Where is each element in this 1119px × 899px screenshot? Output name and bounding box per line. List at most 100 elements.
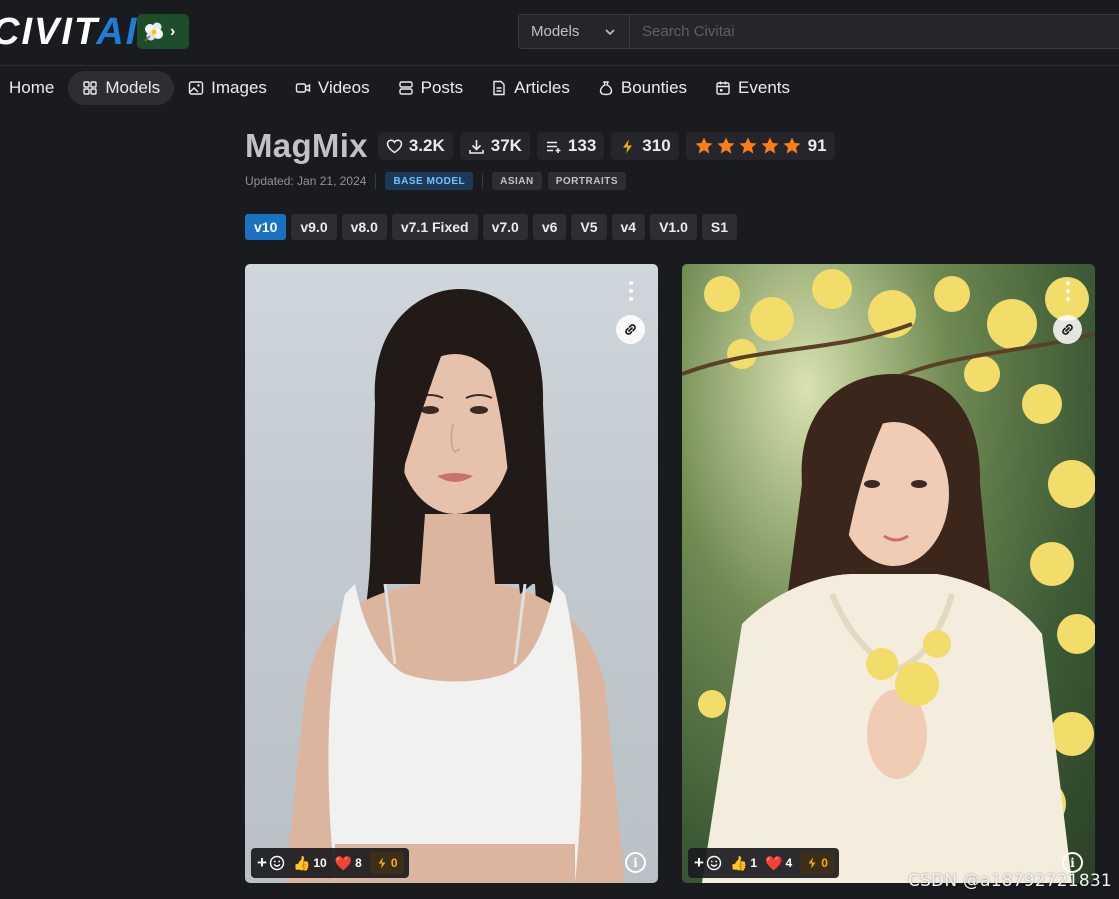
add-reaction-button[interactable]: +: [257, 853, 285, 873]
add-reaction-button[interactable]: +: [694, 853, 722, 873]
gallery-image-card[interactable]: + 👍 10 ❤️ 8 0 i: [245, 264, 658, 883]
version-tab-s1[interactable]: S1: [701, 214, 738, 240]
heart-icon: ❤️: [765, 854, 783, 871]
nav-item-label: Posts: [420, 77, 464, 97]
nav-item-label: Videos: [317, 77, 370, 97]
version-tab-v7-1-fixed[interactable]: v7.1 Fixed: [391, 214, 478, 240]
nav-item-home[interactable]: Home: [0, 71, 68, 105]
bolt-icon: [623, 139, 633, 153]
buzz-stat[interactable]: 310: [611, 132, 679, 160]
dot: [1066, 289, 1070, 293]
gallery-image-card[interactable]: + 👍 1 ❤️ 4 0 i: [682, 264, 1095, 883]
rating-stat[interactable]: 91: [685, 132, 835, 160]
version-tab-v10[interactable]: v10: [245, 214, 287, 240]
flower-icon: [144, 22, 163, 42]
chevron-right-icon: ›: [170, 22, 176, 40]
more-options-button[interactable]: [1059, 279, 1077, 303]
nav-item-events[interactable]: Events: [701, 71, 804, 105]
portrait-photo: [682, 269, 1095, 883]
thumbs-up-reaction[interactable]: 👍 1: [730, 855, 757, 872]
dot: [629, 289, 633, 293]
collections-stat[interactable]: 133: [536, 132, 605, 160]
tag-chip-portraits[interactable]: PORTRAITS: [547, 172, 627, 190]
heart-reaction[interactable]: ❤️ 8: [335, 855, 362, 872]
calendar-icon: [716, 81, 730, 95]
downloads-stat: 37K: [459, 132, 530, 160]
star-icon: [695, 137, 713, 154]
base-model-chip[interactable]: BASE MODEL: [385, 172, 474, 190]
dot: [1066, 297, 1070, 301]
divider: [482, 173, 484, 189]
search-type-value: Models: [531, 23, 580, 40]
remix-link-button[interactable]: [1053, 315, 1082, 344]
search-type-select[interactable]: Models: [519, 15, 630, 48]
reaction-bar: + 👍 1 ❤️ 4 0: [688, 848, 839, 878]
smiley-icon: [269, 855, 285, 871]
nav-item-articles[interactable]: Articles: [477, 71, 584, 105]
link-icon: [625, 324, 636, 335]
nav-item-images[interactable]: Images: [174, 71, 281, 105]
model-meta: Updated: Jan 21, 2024 BASE MODEL ASIAN P…: [245, 172, 627, 190]
plus-icon: +: [694, 853, 704, 872]
grid-icon: [83, 80, 98, 95]
civitai-logo[interactable]: CIVITAI: [0, 12, 138, 52]
star-icon: [739, 137, 757, 154]
nav-item-label: Images: [211, 77, 267, 97]
bolt-icon: [378, 857, 386, 869]
plus-icon: +: [257, 853, 267, 872]
heart-icon: ❤️: [334, 854, 353, 871]
article-icon: [493, 80, 505, 95]
logo-text-ai: AI: [96, 11, 139, 53]
thumbs-up-count: 1: [750, 856, 758, 870]
posts-icon: [398, 80, 413, 95]
search-input[interactable]: [630, 15, 1119, 48]
downloads-count: 37K: [490, 136, 522, 155]
likes-count: 3.2K: [408, 136, 445, 155]
image-icon: [188, 80, 204, 95]
model-title: MagMix: [245, 127, 368, 164]
search-bar: Models: [518, 14, 1119, 49]
tag-chip-asian[interactable]: ASIAN: [492, 172, 542, 190]
nav-item-label: Home: [9, 77, 55, 97]
playlist-add-icon: [546, 141, 561, 153]
version-tab-v4[interactable]: v4: [611, 214, 646, 240]
main-nav: Home Models Images Videos Posts Articles…: [0, 67, 1119, 108]
logo-text-civit: CIVIT: [0, 11, 97, 53]
smiley-icon: [706, 855, 722, 871]
version-tab-v8-0[interactable]: v8.0: [341, 214, 387, 240]
bolt-icon: [808, 857, 816, 869]
thumbs-up-reaction[interactable]: 👍 10: [293, 855, 327, 872]
nav-item-label: Articles: [514, 77, 570, 97]
buzz-tip-button[interactable]: 0: [800, 852, 834, 874]
version-tab-v1-0[interactable]: V1.0: [650, 214, 697, 240]
portrait-photo: [285, 289, 625, 883]
updated-date: Updated: Jan 21, 2024: [245, 174, 367, 188]
star-icon: [761, 137, 779, 154]
thumbs-up-icon: 👍: [729, 854, 748, 871]
dot: [1066, 281, 1070, 285]
buzz-count: 310: [642, 136, 671, 155]
season-badge-button[interactable]: ›: [137, 14, 189, 49]
nav-item-models[interactable]: Models: [68, 70, 175, 105]
version-tab-v7-0[interactable]: v7.0: [482, 214, 528, 240]
remix-link-button[interactable]: [616, 315, 645, 344]
version-tab-v5[interactable]: V5: [571, 214, 607, 240]
nav-item-bounties[interactable]: Bounties: [584, 71, 701, 105]
header: CIVITAI › Models: [0, 0, 1119, 66]
version-tab-v6[interactable]: v6: [532, 214, 567, 240]
heart-reaction[interactable]: ❤️ 4: [765, 855, 792, 872]
info-icon[interactable]: i: [625, 852, 646, 873]
version-tab-v9-0[interactable]: v9.0: [291, 214, 337, 240]
home-icon: [0, 80, 2, 96]
reaction-bar: + 👍 10 ❤️ 8 0: [251, 848, 409, 878]
info-icon[interactable]: i: [1062, 852, 1083, 873]
dot: [629, 281, 633, 285]
more-options-button[interactable]: [622, 279, 640, 303]
collections-count: 133: [567, 136, 597, 155]
nav-item-posts[interactable]: Posts: [384, 71, 478, 105]
buzz-tip-button[interactable]: 0: [369, 852, 404, 874]
star-icon: [783, 137, 801, 154]
nav-item-videos[interactable]: Videos: [281, 71, 384, 105]
thumbs-up-icon: 👍: [292, 854, 311, 871]
likes-stat[interactable]: 3.2K: [377, 132, 453, 160]
